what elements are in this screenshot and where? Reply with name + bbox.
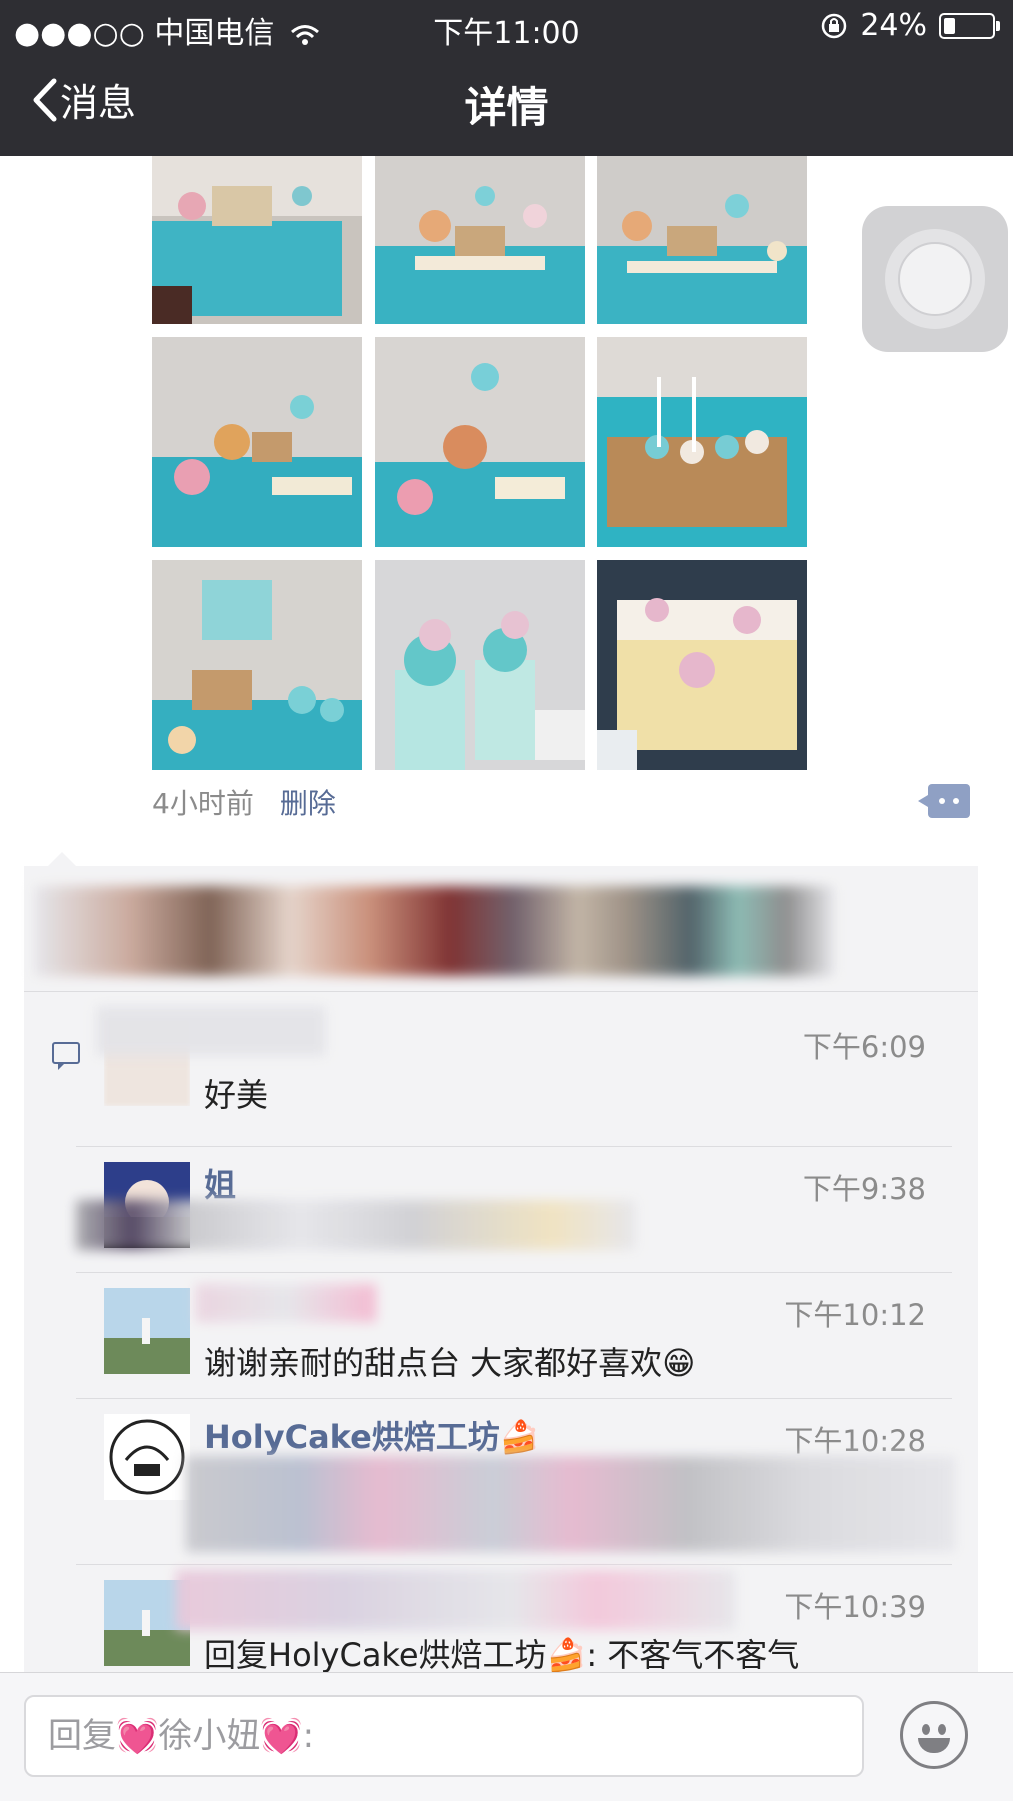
comment-action-icon[interactable] (918, 784, 970, 818)
comment-time: 下午10:39 (784, 1590, 926, 1624)
comment-text-blurred (186, 1456, 956, 1552)
page-title: 详情 (464, 83, 549, 132)
comment-avatar (104, 1288, 190, 1374)
photo-8[interactable] (375, 560, 585, 770)
comment-time: 下午10:12 (784, 1298, 926, 1332)
photo-1[interactable] (152, 156, 362, 324)
nav-bar: 消息 详情 (0, 52, 1013, 156)
emoji-icon[interactable] (900, 1701, 968, 1769)
reply-bar: 回复💓徐小妞💓: (0, 1672, 1013, 1801)
post-meta: 4小时前 删除 (152, 782, 336, 822)
battery-icon (939, 12, 1000, 39)
delete-link[interactable]: 删除 (280, 782, 336, 822)
status-bar: ●●●○○ 中国电信 下午11:00 24% (0, 0, 1013, 52)
comment-item[interactable]: 姐 下午9:38 (76, 1148, 952, 1270)
emoji-eye (922, 1724, 930, 1735)
battery-percent: 24% (860, 8, 927, 43)
comment-divider (76, 1272, 952, 1273)
comment-text: 回复HolyCake烘焙工坊🍰: 不客气不客气 (204, 1636, 800, 1674)
photo-3[interactable] (597, 156, 807, 324)
comment-divider (76, 1146, 952, 1147)
likes-row (24, 866, 978, 992)
comment-divider (76, 1564, 952, 1565)
comment-text: 好美 (204, 1076, 269, 1114)
post-time-ago: 4小时前 (152, 787, 254, 820)
comment-time: 下午6:09 (802, 1030, 926, 1064)
comment-action-dot (939, 798, 945, 804)
photo-5[interactable] (375, 337, 585, 547)
comment-time: 下午9:38 (802, 1172, 926, 1206)
comment-text: 谢谢亲耐的甜点台 大家都好喜欢😁 (204, 1344, 696, 1382)
comment-item[interactable]: 下午10:39 回复HolyCake烘焙工坊🍰: 不客气不客气 (76, 1566, 952, 1674)
assistive-touch-icon[interactable] (862, 206, 1008, 352)
photo-4[interactable] (152, 337, 362, 547)
top-bar: ●●●○○ 中国电信 下午11:00 24% 消息 详情 (0, 0, 1013, 156)
comment-text-blurred (76, 1200, 636, 1250)
comment-time: 下午10:28 (784, 1424, 926, 1458)
status-right: 24% (820, 8, 1000, 43)
battery-fill (944, 17, 955, 34)
photo-7[interactable] (152, 560, 362, 770)
comment-name-blurred (196, 1284, 376, 1322)
emoji-eye (938, 1724, 946, 1735)
photo-6[interactable] (597, 337, 807, 547)
comment-item[interactable]: 下午10:12 谢谢亲耐的甜点台 大家都好喜欢😁 (76, 1274, 952, 1396)
assistive-touch-core (898, 242, 972, 316)
comment-item[interactable]: HolyCake烘焙工坊🍰 下午10:28 (76, 1400, 956, 1564)
photo-9[interactable] (597, 560, 807, 770)
emoji-mouth (918, 1738, 950, 1753)
comment-action-dot (953, 798, 959, 804)
likes-avatars-blurred (34, 886, 834, 976)
panel-pointer (48, 852, 76, 866)
rotation-lock-icon (822, 13, 847, 38)
comment-item[interactable]: 下午6:09 好美 (76, 1006, 952, 1144)
comment-divider (76, 1398, 952, 1399)
photo-2[interactable] (375, 156, 585, 324)
comment-author[interactable]: HolyCake烘焙工坊🍰 (204, 1412, 540, 1458)
comment-avatar (104, 1414, 190, 1500)
reply-input[interactable]: 回复💓徐小妞💓: (24, 1695, 864, 1777)
comment-name-blurred (96, 1006, 326, 1056)
photo-grid (152, 156, 807, 770)
comment-name-blurred (176, 1570, 736, 1630)
